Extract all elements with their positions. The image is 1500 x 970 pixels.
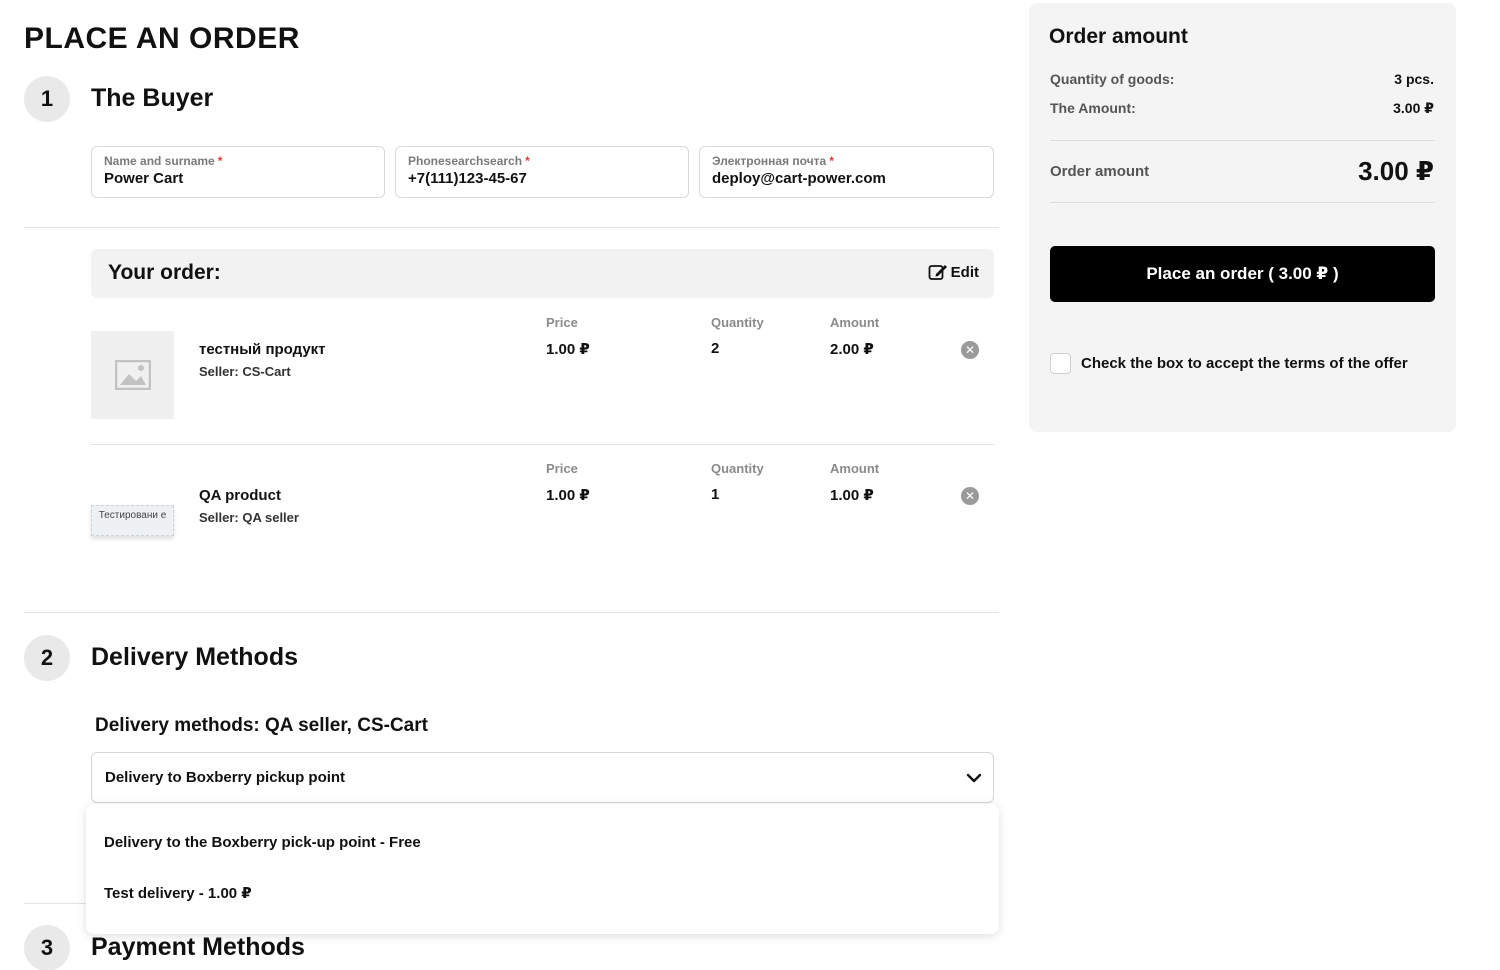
- delivery-option[interactable]: Test delivery - 1.00 ₽: [104, 884, 252, 902]
- terms-label[interactable]: Check the box to accept the terms of the…: [1081, 355, 1426, 372]
- place-order-button[interactable]: Place an order ( 3.00 ₽ ): [1050, 246, 1435, 302]
- step-2-number: 2: [24, 635, 70, 681]
- required-marker: *: [525, 154, 530, 168]
- delivery-dropdown: Delivery to the Boxberry pick-up point -…: [86, 804, 999, 934]
- amount-label: Amount: [830, 315, 880, 330]
- delivery-heading: Delivery methods: QA seller, CS-Cart: [95, 715, 428, 736]
- image-placeholder-icon: [115, 360, 151, 390]
- divider: [1050, 202, 1435, 203]
- amount-label: The Amount:: [1050, 100, 1136, 116]
- delivery-selected-value: Delivery to Boxberry pickup point: [105, 769, 346, 786]
- required-marker: *: [829, 154, 834, 168]
- quantity-label: Quantity: [711, 461, 764, 476]
- email-field-label: Электронная почта: [712, 154, 827, 168]
- close-icon: ✕: [964, 343, 976, 357]
- page-title: PLACE AN ORDER: [24, 22, 300, 55]
- product-name[interactable]: QA product: [199, 487, 281, 504]
- product-image: Тестировани е: [91, 505, 174, 536]
- remove-item-button[interactable]: ✕: [961, 341, 979, 359]
- product-seller: Seller: CS-Cart: [199, 364, 291, 379]
- terms-checkbox[interactable]: [1050, 353, 1071, 374]
- order-heading: Your order:: [108, 261, 221, 284]
- amount-label: Amount: [830, 461, 880, 476]
- quantity-value: 2: [711, 340, 720, 357]
- edit-icon: [928, 265, 947, 280]
- chevron-down-icon: [966, 773, 982, 783]
- delivery-option[interactable]: Delivery to the Boxberry pick-up point -…: [104, 834, 421, 851]
- edit-label: Edit: [950, 263, 979, 281]
- step-2-title: Delivery Methods: [91, 643, 299, 671]
- order-total-value: 3.00 ₽: [1358, 156, 1434, 186]
- divider: [1050, 140, 1435, 141]
- product-thumbnail[interactable]: [91, 331, 174, 419]
- product-seller: Seller: QA seller: [199, 510, 299, 525]
- required-marker: *: [217, 154, 223, 168]
- edit-button[interactable]: Edit: [928, 263, 979, 281]
- divider: [24, 227, 999, 228]
- email-field-value: deploy@cart-power.com: [712, 170, 886, 187]
- order-summary-panel: Order amount Quantity of goods: 3 pcs. T…: [1029, 3, 1456, 432]
- quantity-of-goods-label: Quantity of goods:: [1050, 71, 1175, 87]
- name-field-value: Power Cart: [104, 170, 184, 187]
- amount-value: 1.00 ₽: [830, 487, 874, 504]
- step-3-number: 3: [24, 925, 70, 970]
- delivery-select[interactable]: Delivery to Boxberry pickup point: [91, 752, 994, 803]
- phone-field-value: +7(111)123-45-67: [408, 170, 527, 187]
- quantity-label: Quantity: [711, 315, 764, 330]
- phone-field[interactable]: Phonesearchsearch * +7(111)123-45-67: [395, 146, 689, 198]
- quantity-value: 1: [711, 486, 720, 503]
- price-label: Price: [546, 461, 578, 476]
- divider: [91, 444, 994, 445]
- name-field-label: Name and surname: [104, 154, 215, 168]
- remove-item-button[interactable]: ✕: [961, 487, 979, 505]
- email-field[interactable]: Электронная почта * deploy@cart-power.com: [699, 146, 994, 198]
- name-field[interactable]: Name and surname * Power Cart: [91, 146, 385, 198]
- quantity-of-goods-value: 3 pcs.: [1394, 71, 1434, 87]
- phone-field-label: Phonesearchsearch: [408, 154, 523, 168]
- price-value: 1.00 ₽: [546, 341, 590, 358]
- divider: [24, 612, 999, 613]
- close-icon: ✕: [964, 489, 976, 503]
- step-1-title: The Buyer: [91, 84, 214, 112]
- step-1-number: 1: [24, 76, 70, 122]
- price-label: Price: [546, 315, 578, 330]
- order-header: Your order: Edit: [91, 249, 994, 298]
- amount-value: 2.00 ₽: [830, 341, 874, 358]
- product-thumbnail[interactable]: Тестировани е: [91, 477, 174, 565]
- order-total-label: Order amount: [1050, 163, 1150, 180]
- summary-title: Order amount: [1049, 25, 1188, 48]
- amount-value: 3.00 ₽: [1393, 100, 1434, 116]
- price-value: 1.00 ₽: [546, 487, 590, 504]
- product-name[interactable]: тестный продукт: [199, 341, 326, 358]
- step-3-title: Payment Methods: [91, 933, 305, 961]
